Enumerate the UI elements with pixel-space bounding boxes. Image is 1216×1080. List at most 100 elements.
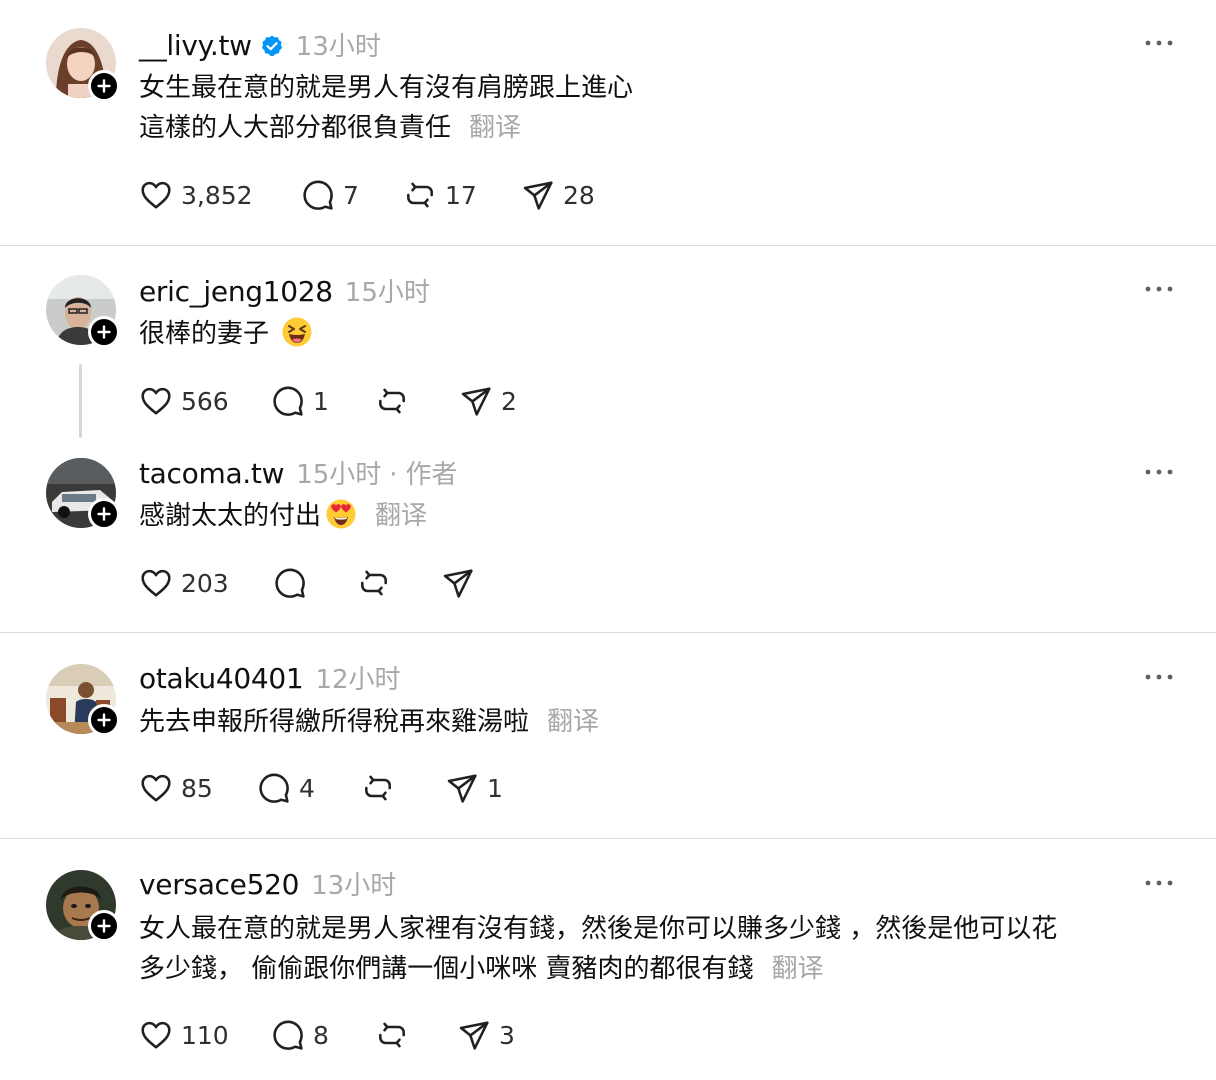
share-button[interactable]: 2 <box>459 381 517 421</box>
more-options-icon[interactable] <box>1144 284 1174 294</box>
share-count: 28 <box>563 180 595 210</box>
reply-button[interactable]: 1 <box>271 381 329 421</box>
reply-button[interactable]: 8 <box>271 1015 329 1055</box>
more-options-icon[interactable] <box>1144 878 1174 888</box>
like-button[interactable]: 110 <box>139 1015 229 1055</box>
repost-icon <box>357 566 391 600</box>
follow-button[interactable] <box>88 70 120 102</box>
repost-icon <box>403 178 437 212</box>
heart-icon <box>139 566 173 600</box>
share-icon <box>521 178 555 212</box>
like-button[interactable]: 85 <box>139 768 213 808</box>
follow-button[interactable] <box>88 704 120 736</box>
repost-button[interactable] <box>357 563 399 603</box>
translate-link[interactable]: 翻译 <box>547 707 599 737</box>
follow-button[interactable] <box>88 910 120 942</box>
share-count: 3 <box>499 1020 515 1050</box>
post-body: 女人最在意的就是男人家裡有沒有錢，然後是你可以賺多少錢 ，然後是他可以花 多少錢… <box>139 909 1057 989</box>
username[interactable]: __livy.tw <box>139 29 252 62</box>
post-body: 先去申報所得繳所得稅再來雞湯啦 翻译 <box>139 702 599 742</box>
post-text-line: 感謝太太的付出 <box>139 501 322 531</box>
translate-link[interactable]: 翻译 <box>375 501 427 531</box>
verified-badge-icon <box>260 34 284 62</box>
comment-icon <box>257 771 291 805</box>
like-button[interactable]: 203 <box>139 563 229 603</box>
heart-icon <box>139 1018 173 1052</box>
username[interactable]: eric_jeng1028 <box>139 275 333 308</box>
reply-button[interactable]: 7 <box>301 175 359 215</box>
post-1: __livy.tw 13小时 女生最在意的就是男人有沒有肩膀跟上進心 這樣的人大… <box>0 0 1216 245</box>
translate-link[interactable]: 翻译 <box>469 113 521 143</box>
post-text-line: 多少錢， 偷偷跟你們講一個小咪咪 賣豬肉的都很有錢 <box>139 954 754 984</box>
plus-icon <box>96 918 112 934</box>
share-count: 2 <box>501 386 517 416</box>
share-icon <box>457 1018 491 1052</box>
reply-count: 8 <box>313 1020 329 1050</box>
separator-dot: · <box>389 460 398 490</box>
post-body: 感謝太太的付出 翻译 <box>139 496 427 542</box>
post-2: eric_jeng1028 15小时 很棒的妻子 566 1 2 <box>0 246 1216 438</box>
timestamp[interactable]: 12小时 <box>315 659 400 696</box>
share-icon <box>459 384 493 418</box>
like-button[interactable]: 566 <box>139 381 229 421</box>
like-count: 85 <box>181 773 213 803</box>
more-options-icon[interactable] <box>1144 467 1174 477</box>
repost-button[interactable]: 17 <box>403 175 477 215</box>
post-text-line: 先去申報所得繳所得稅再來雞湯啦 <box>139 707 530 737</box>
repost-button[interactable] <box>375 1015 417 1055</box>
repost-count: 17 <box>445 180 477 210</box>
more-options-icon[interactable] <box>1144 672 1174 682</box>
timestamp[interactable]: 13小时 <box>311 865 396 902</box>
plus-icon <box>96 506 112 522</box>
post-body: 很棒的妻子 <box>139 314 313 360</box>
follow-button[interactable] <box>88 498 120 530</box>
like-count: 3,852 <box>181 180 253 210</box>
plus-icon <box>96 712 112 728</box>
username[interactable]: tacoma.tw <box>139 457 284 490</box>
reply-button[interactable] <box>273 563 315 603</box>
more-options-icon[interactable] <box>1144 38 1174 48</box>
like-count: 203 <box>181 568 229 598</box>
post-4: otaku40401 12小时 先去申報所得繳所得稅再來雞湯啦 翻译 85 4 1 <box>0 633 1216 838</box>
post-text-line: 女生最在意的就是男人有沒有肩膀跟上進心 <box>139 73 634 103</box>
username[interactable]: versace520 <box>139 868 299 901</box>
reply-count: 7 <box>343 180 359 210</box>
post-text-line: 很棒的妻子 <box>139 319 270 349</box>
translate-link[interactable]: 翻译 <box>772 954 824 984</box>
comment-icon <box>271 1018 305 1052</box>
timestamp[interactable]: 15小时 <box>345 272 430 309</box>
author-tag: 作者 <box>405 460 458 490</box>
share-button[interactable]: 28 <box>521 175 595 215</box>
repost-icon <box>375 1018 409 1052</box>
plus-icon <box>96 324 112 340</box>
reply-count: 4 <box>299 773 315 803</box>
post-text-line: 女人最在意的就是男人家裡有沒有錢，然後是你可以賺多少錢 ，然後是他可以花 <box>139 914 1058 944</box>
like-button[interactable]: 3,852 <box>139 175 253 215</box>
plus-icon <box>96 78 112 94</box>
username[interactable]: otaku40401 <box>139 662 304 695</box>
share-button[interactable] <box>441 563 483 603</box>
post-body: 女生最在意的就是男人有沒有肩膀跟上進心 這樣的人大部分都很負責任 翻译 <box>139 68 633 148</box>
comment-icon <box>301 178 335 212</box>
timestamp[interactable]: 13小时 <box>296 26 381 63</box>
repost-icon <box>361 771 395 805</box>
follow-button[interactable] <box>88 316 120 348</box>
post-5: versace520 13小时 女人最在意的就是男人家裡有沒有錢，然後是你可以賺… <box>0 839 1216 1080</box>
share-icon <box>445 771 479 805</box>
like-count: 110 <box>181 1020 229 1050</box>
heart-icon <box>139 178 173 212</box>
post-text-line: 這樣的人大部分都很負責任 <box>139 113 452 143</box>
timestamp[interactable]: 15小时 <box>296 454 381 491</box>
share-count: 1 <box>487 773 503 803</box>
post-3: tacoma.tw 15小时 · 作者 感謝太太的付出 翻译 203 <box>0 436 1216 632</box>
repost-button[interactable] <box>361 768 403 808</box>
reply-button[interactable]: 4 <box>257 768 315 808</box>
share-button[interactable]: 3 <box>457 1015 515 1055</box>
grinning-squinting-face-emoji <box>281 316 313 360</box>
comment-icon <box>273 566 307 600</box>
repost-button[interactable] <box>375 381 417 421</box>
reply-count: 1 <box>313 386 329 416</box>
share-icon <box>441 566 475 600</box>
share-button[interactable]: 1 <box>445 768 503 808</box>
like-count: 566 <box>181 386 229 416</box>
